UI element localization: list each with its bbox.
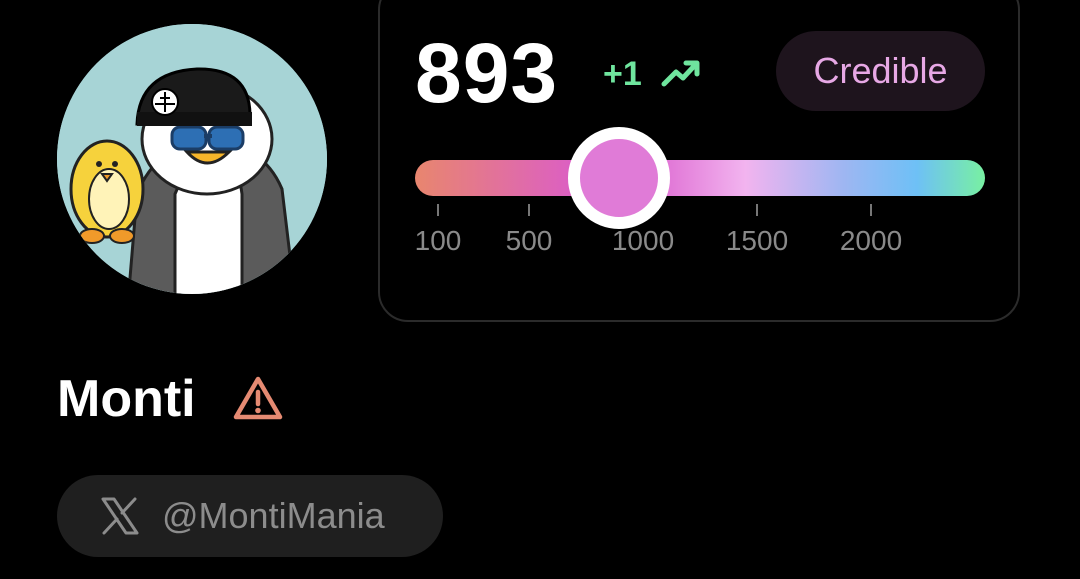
warning-triangle-icon[interactable] <box>232 374 284 422</box>
penguin-avatar-icon <box>57 24 327 294</box>
score-delta: +1 <box>603 55 642 93</box>
slider-tick-label: 100 <box>414 225 462 256</box>
credibility-badge[interactable]: Credible <box>776 31 985 111</box>
slider-tick-label: 1500 <box>725 225 789 256</box>
profile-name: Monti <box>57 370 196 428</box>
score-value: 893 <box>415 26 559 120</box>
slider-tick <box>528 204 530 216</box>
score-slider-thumb[interactable] <box>567 127 670 229</box>
slider-tick-label: 2000 <box>839 225 903 256</box>
slider-tick-label: 500 <box>505 225 553 256</box>
avatar[interactable] <box>57 24 327 294</box>
x-logo-icon <box>101 497 139 535</box>
trending-up-icon <box>661 60 700 87</box>
profile-screen: 893 +1 Credible 100 500 1000 1500 2000 Monti… <box>0 0 1080 579</box>
slider-tick <box>437 204 439 216</box>
score-slider-track <box>415 160 985 196</box>
slider-tick <box>870 204 872 216</box>
slider-tick <box>756 204 758 216</box>
social-handle[interactable]: @MontiMania <box>162 495 385 537</box>
slider-tick-label: 1000 <box>611 225 675 256</box>
